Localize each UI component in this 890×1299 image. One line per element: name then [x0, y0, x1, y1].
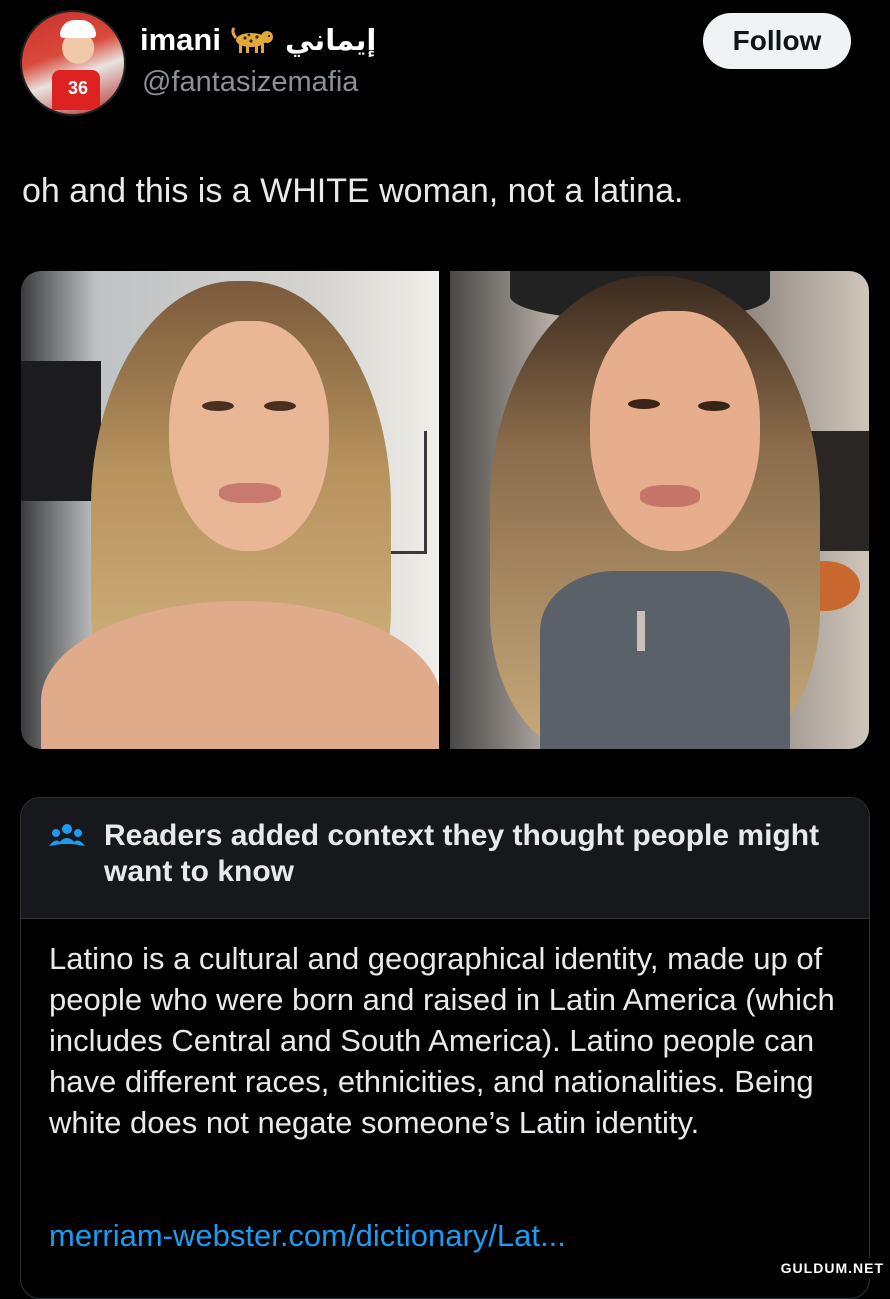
arabic-display-name: إيماني: [284, 23, 377, 57]
avatar[interactable]: 36: [20, 10, 126, 116]
people-icon: [49, 822, 85, 852]
user-handle[interactable]: @fantasizemafia: [142, 66, 358, 99]
note-header: Readers added context they thought peopl…: [21, 798, 869, 919]
helmet-shape: [60, 20, 96, 38]
eye-left-shape: [202, 401, 234, 411]
post-text: oh and this is a WHITE woman, not a lati…: [22, 172, 684, 210]
eye-right-shape: [698, 401, 730, 411]
name-row[interactable]: imani إيماني: [140, 22, 376, 58]
media-image-right[interactable]: [450, 271, 869, 749]
eye-left-shape: [628, 399, 660, 409]
watermark: GULDUM.NET: [776, 1258, 888, 1278]
note-title: Readers added context they thought peopl…: [104, 819, 820, 888]
source-link[interactable]: merriam-webster.com/dictionary/Lat...: [49, 1218, 566, 1254]
community-note[interactable]: Readers added context they thought peopl…: [20, 797, 870, 1299]
follow-button[interactable]: Follow: [703, 13, 851, 69]
display-name[interactable]: imani: [140, 22, 221, 58]
post-header: 36 imani إيماني @fantasizemafia Follow: [0, 0, 890, 130]
lips-shape: [219, 483, 281, 503]
note-body: Latino is a cultural and geographical id…: [49, 941, 835, 1140]
face-shape: [590, 311, 760, 551]
avatar-jersey-number: 36: [68, 78, 89, 98]
face-shape: [169, 321, 329, 551]
cross-necklace-shape: [637, 611, 645, 651]
lips-shape: [640, 485, 700, 507]
leopard-icon: [231, 26, 275, 54]
media-image-left[interactable]: [21, 271, 439, 749]
studio-backdrop: [21, 361, 101, 501]
gray-top-shape: [540, 571, 790, 749]
eye-right-shape: [264, 401, 296, 411]
